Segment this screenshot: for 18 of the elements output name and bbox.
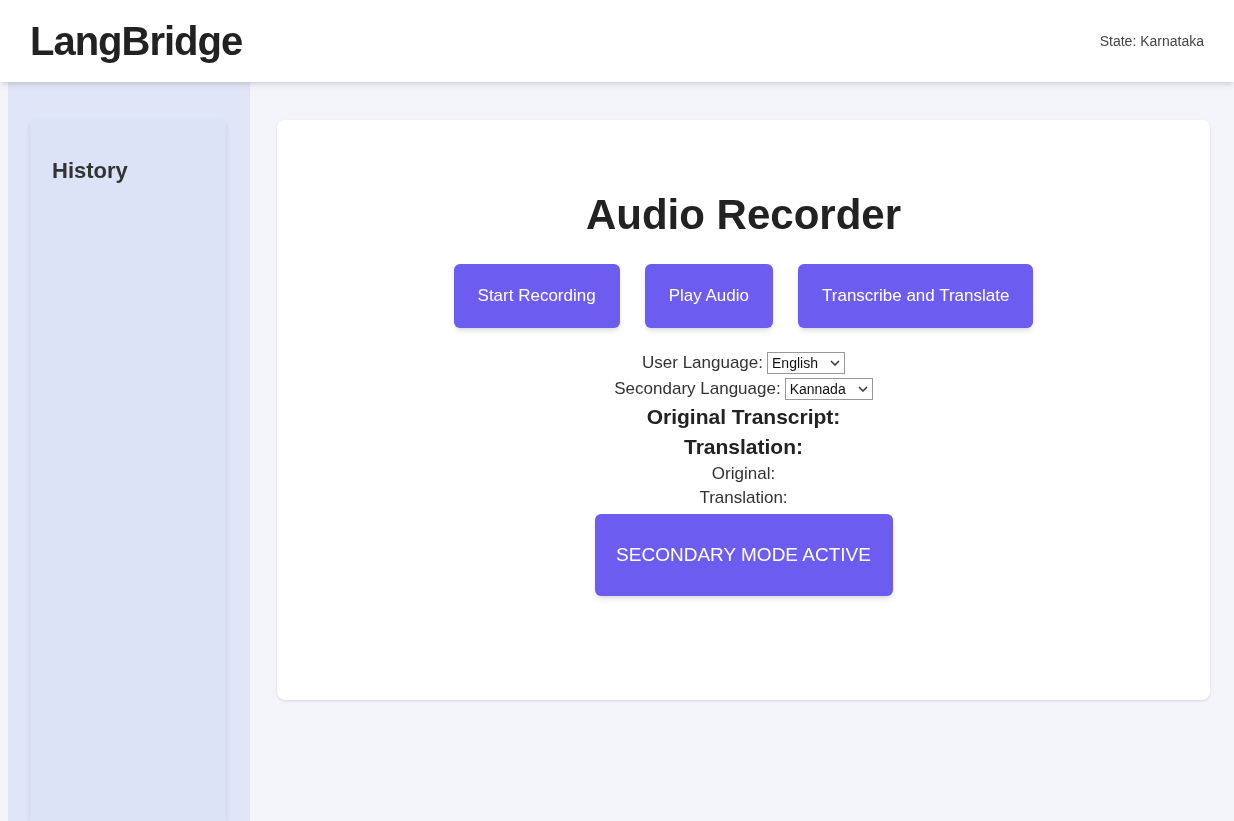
chevron-icon: [829, 360, 840, 366]
sidebar-title: History: [52, 158, 128, 183]
app-title: LangBridge: [30, 18, 243, 65]
section-heading: Translation:: [683, 434, 803, 460]
action-button[interactable]: Play Audio: [644, 264, 773, 328]
chevron-icon: [857, 386, 868, 392]
section-heading: Original Transcript:: [646, 404, 841, 430]
result-line: Translation:: [699, 487, 788, 509]
select-label: Secondary Language:: [614, 378, 781, 400]
select-label: User Language:: [642, 352, 763, 374]
result-line: Original:: [711, 463, 776, 485]
mode-button[interactable]: SECONDARY MODE ACTIVE: [594, 514, 893, 596]
recorder-title: Audio Recorder: [585, 194, 901, 236]
language-select[interactable]: Kannada: [784, 378, 873, 400]
state-label: State: Karnataka: [1099, 31, 1204, 51]
action-button[interactable]: Start Recording: [453, 264, 620, 328]
action-button[interactable]: Transcribe and Translate: [798, 264, 1034, 328]
language-select[interactable]: English: [767, 352, 845, 374]
